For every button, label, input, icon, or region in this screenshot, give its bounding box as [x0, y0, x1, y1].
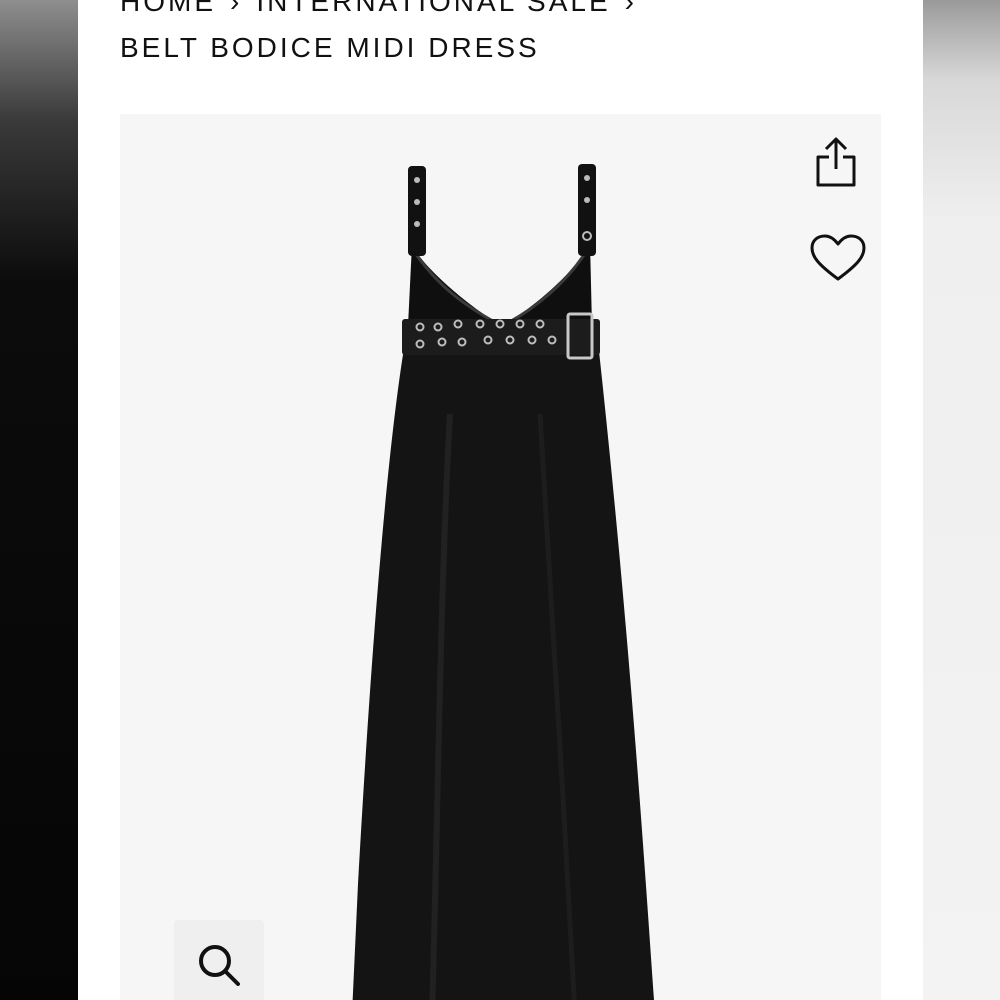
dress-skirt: [352, 342, 655, 1000]
product-gallery[interactable]: [120, 114, 881, 1000]
dress-belt: [402, 319, 600, 355]
dress-bodice-left: [408, 244, 502, 326]
product-image[interactable]: [120, 114, 881, 1000]
share-button[interactable]: [808, 134, 864, 190]
product-page: HOME › INTERNATIONAL SALE › BELT BODICE MID…: [78, 0, 923, 1000]
left-backdrop: [0, 0, 78, 1000]
share-icon: [816, 137, 856, 187]
zoom-button[interactable]: [174, 920, 264, 1000]
right-backdrop: [923, 0, 1000, 1000]
search-icon: [199, 945, 240, 986]
breadcrumb-separator: ›: [624, 0, 637, 17]
breadcrumb: HOME › INTERNATIONAL SALE ›: [120, 0, 651, 18]
wishlist-button[interactable]: [808, 230, 868, 286]
breadcrumb-separator: ›: [230, 0, 243, 17]
product-title: BELT BODICE MIDI DRESS: [120, 32, 540, 63]
heart-icon: [810, 234, 866, 281]
breadcrumb-home[interactable]: HOME: [120, 0, 216, 17]
breadcrumb-international-sale[interactable]: INTERNATIONAL SALE: [256, 0, 610, 17]
